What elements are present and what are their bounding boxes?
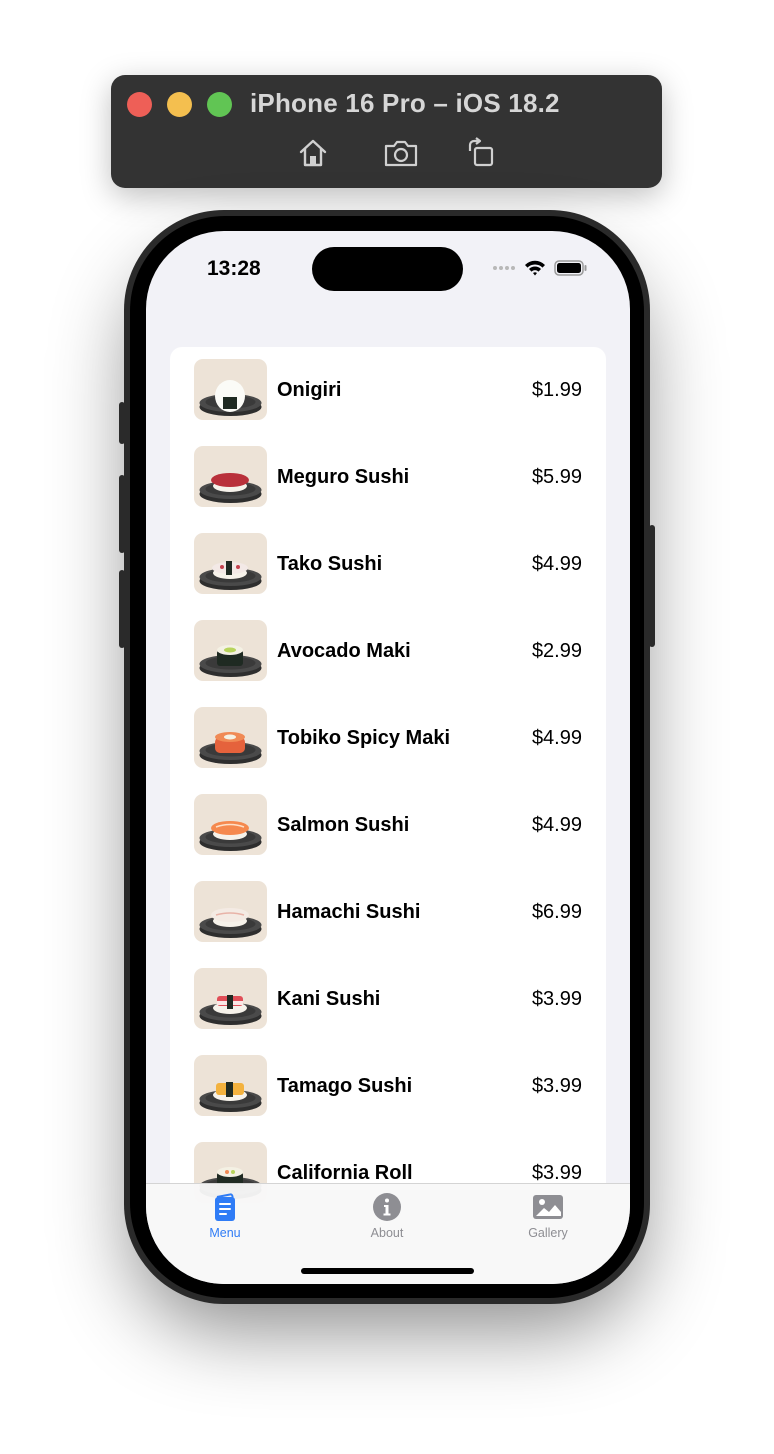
dynamic-island [312,247,463,291]
menu-item-name: California Roll [277,1162,413,1184]
menu-item-row[interactable]: Kani Sushi $3.99 [170,956,606,1043]
status-time: 13:28 [207,257,261,280]
menu-item-name: Onigiri [277,379,342,401]
onigiri-icon [194,359,267,420]
menu-item-name: Tobiko Spicy Maki [277,727,450,749]
menu-item-row[interactable]: Hamachi Sushi $6.99 [170,869,606,956]
phone-screen: 13:28 Onigiri $1.99 Meguro Sushi $5.99 Tako … [146,231,630,1284]
menu-item-name: Salmon Sushi [277,814,410,836]
home-indicator [301,1268,474,1274]
info-icon [373,1193,401,1221]
signal-dots-icon [493,265,515,270]
tab-gallery[interactable]: Gallery [488,1190,608,1248]
menu-item-price: $1.99 [531,379,582,401]
tamago-sushi-icon [194,1055,267,1116]
menu-item-name: Tamago Sushi [277,1075,413,1097]
battery-icon [554,259,587,276]
wifi-icon [525,260,545,276]
rotate-icon [468,137,494,167]
menu-item-price: $2.99 [531,640,582,662]
minimize-window-button[interactable] [167,92,192,117]
menu-item-name: Avocado Maki [277,640,411,662]
menu-item-price: $4.99 [531,553,582,575]
screenshot-button[interactable] [383,136,419,170]
tobiko-maki-icon [194,707,267,768]
menu-item-price: $6.99 [531,901,582,923]
tab-about[interactable]: About [327,1190,447,1248]
camera-icon [384,140,418,167]
menu-item-row[interactable]: Meguro Sushi $5.99 [170,434,606,521]
menu-item-price: $5.99 [531,466,582,488]
tab-gallery-label: Gallery [528,1226,568,1240]
meguro-sushi-icon [194,446,267,507]
tab-about-label: About [370,1226,404,1240]
hamachi-sushi-icon [194,881,267,942]
menu-item-name: Meguro Sushi [277,466,410,488]
tab-menu[interactable]: Menu [165,1190,285,1248]
menu-item-name: Tako Sushi [277,553,383,575]
tab-menu-label: Menu [209,1226,241,1240]
menu-item-row[interactable]: Tobiko Spicy Maki $4.99 [170,695,606,782]
menu-item-name: Kani Sushi [277,988,381,1010]
menu-item-price: $4.99 [531,814,582,836]
menu-book-icon [215,1193,235,1221]
menu-item-row[interactable]: Salmon Sushi $4.99 [170,782,606,869]
menu-item-name: Hamachi Sushi [277,901,421,923]
menu-item-row[interactable]: Onigiri $1.99 [170,347,606,434]
rotate-button[interactable] [462,136,498,170]
menu-list[interactable]: Onigiri $1.99 Meguro Sushi $5.99 Tako Sushi $… [170,347,606,1227]
menu-item-row[interactable]: Tako Sushi $4.99 [170,521,606,608]
home-icon [299,139,327,167]
zoom-window-button[interactable] [207,92,232,117]
photo-icon [533,1195,563,1219]
menu-item-row[interactable]: Avocado Maki $2.99 [170,608,606,695]
menu-item-price: $4.99 [531,727,582,749]
status-icons [492,259,588,276]
menu-item-row[interactable]: Tamago Sushi $3.99 [170,1043,606,1130]
salmon-sushi-icon [194,794,267,855]
close-window-button[interactable] [127,92,152,117]
kani-sushi-icon [194,968,267,1029]
avocado-maki-icon [194,620,267,681]
simulator-title: iPhone 16 Pro – iOS 18.2 [250,88,560,118]
home-button[interactable] [295,136,331,170]
menu-item-price: $3.99 [531,1162,582,1184]
menu-item-price: $3.99 [531,1075,582,1097]
tako-sushi-icon [194,533,267,594]
menu-item-price: $3.99 [531,988,582,1010]
